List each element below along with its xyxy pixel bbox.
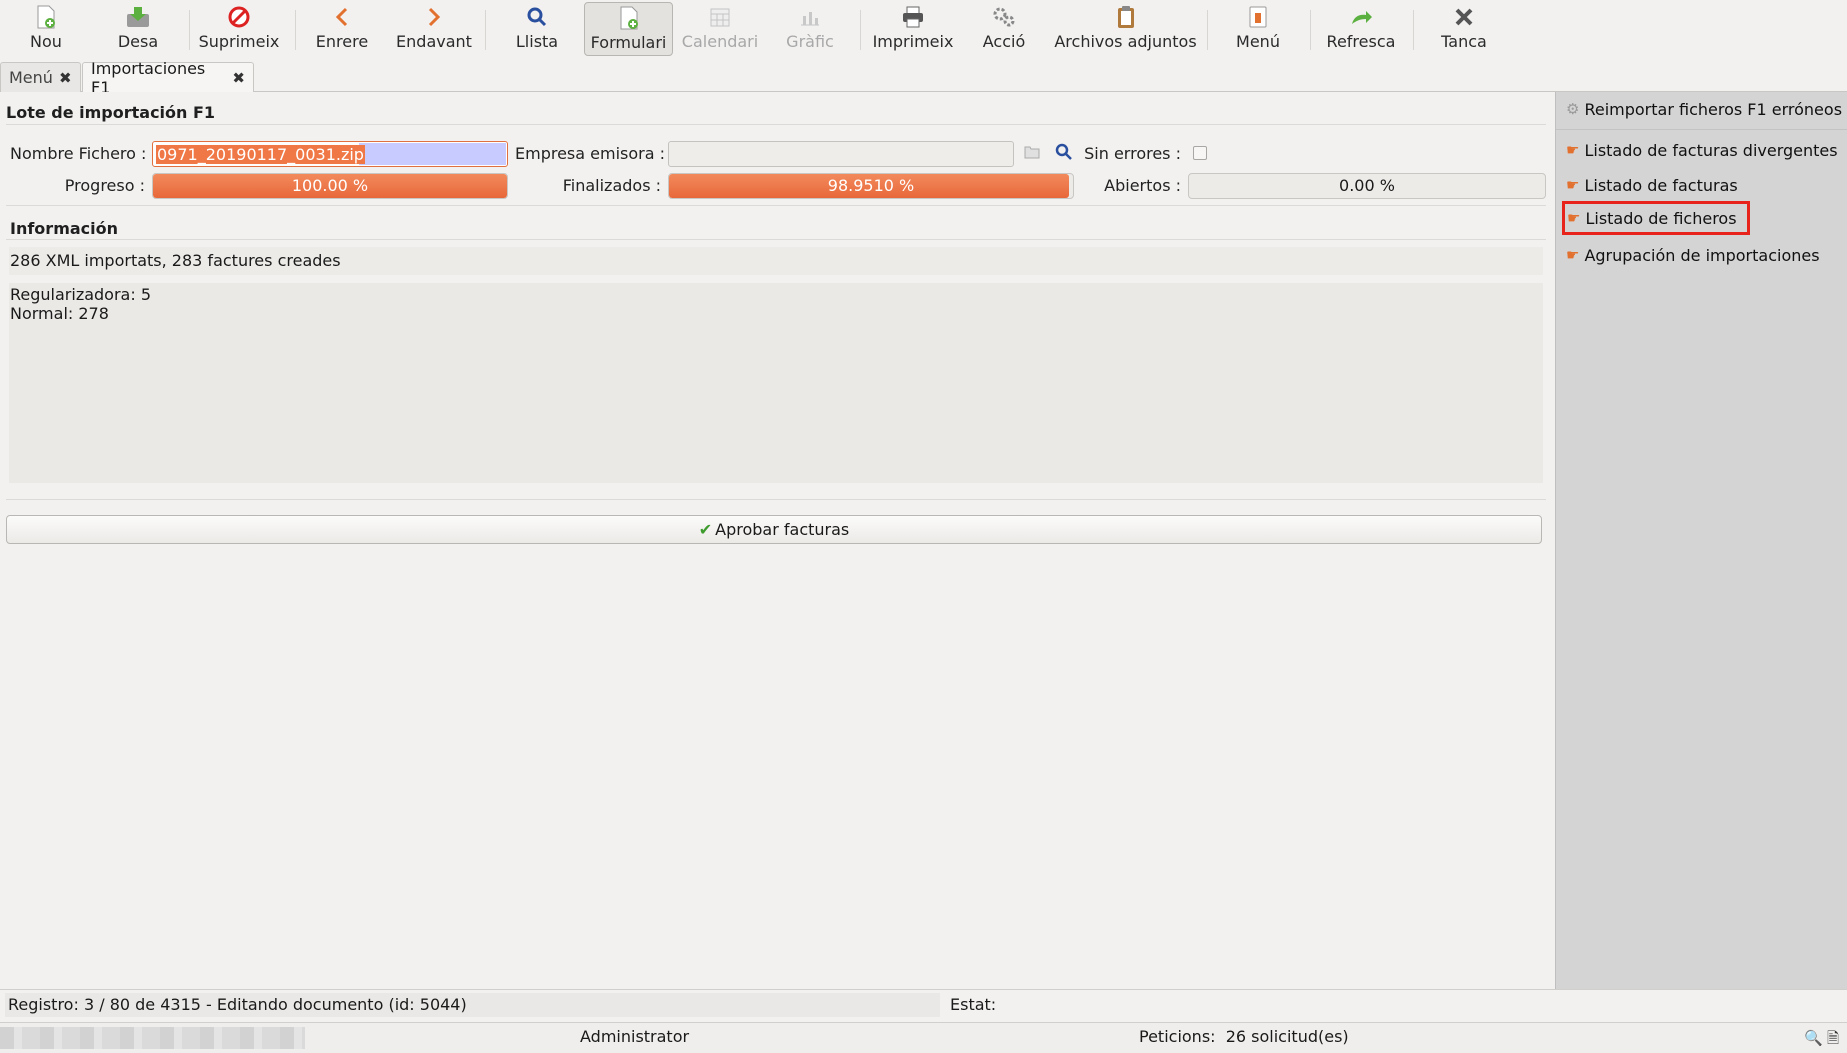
refresh-icon [1349,0,1373,30]
printer-icon [901,0,925,30]
divider [6,499,1546,500]
company-field[interactable] [668,141,1014,167]
toolbar-separator [1310,10,1311,50]
toolbar-separator [1207,10,1208,50]
new-button[interactable]: Nou [22,0,70,58]
hand-icon: ☛ [1567,209,1581,227]
no-errors-checkbox[interactable] [1193,146,1207,160]
gears-icon: ⚙ [1566,100,1580,118]
status-bar: Registro: 3 / 80 de 4315 - Editando docu… [0,989,1847,1019]
section-title: Lote de importación F1 [6,103,216,122]
sidebar-item-divergent-invoices[interactable]: ☛ Listado de facturas divergentes [1562,133,1842,167]
close-tab-icon[interactable]: ✖ [232,69,245,87]
progress-bar: 100.00 % [152,173,508,199]
forward-button[interactable]: Endavant [396,0,472,58]
delete-icon [228,0,250,30]
save-button[interactable]: Desa [110,0,166,58]
filename-label: Nombre Fichero : [10,144,147,163]
open-bar: 0.00 % [1188,173,1546,199]
finished-bar: 98.9510 % [668,173,1074,199]
info-details[interactable]: Regularizadora: 5 Normal: 278 [9,283,1543,483]
tab-importaciones-f1[interactable]: Importaciones F1 ✖ [82,59,254,97]
record-status: Registro: 3 / 80 de 4315 - Editando docu… [5,993,940,1017]
tab-menu[interactable]: Menú ✖ [0,62,81,92]
approve-invoices-button[interactable]: ✔ Aprobar facturas [6,515,1542,544]
chevron-left-icon [335,0,349,30]
hand-icon: ☛ [1566,246,1580,264]
form-icon [618,3,640,31]
sidebar-item-reimport[interactable]: ⚙ Reimportar ficheros F1 erróneos [1562,92,1846,126]
hand-icon: ☛ [1566,141,1580,159]
sidebar-item-invoices[interactable]: ☛ Listado de facturas [1562,168,1742,202]
chevron-right-icon [427,0,441,30]
close-button[interactable]: Tanca [1439,0,1489,58]
company-label: Empresa emisora : [515,144,666,163]
user-name: Administrator [580,1027,690,1046]
bottom-bar: Administrator Peticions: 26 solicitud(es… [0,1022,1847,1053]
toolbar: Nou Desa Suprimeix Enrere Endavant Llist… [0,0,1847,60]
toolbar-separator [295,10,296,50]
calendar-icon [709,0,731,30]
actions-sidebar: ⚙ Reimportar ficheros F1 erróneos ☛ List… [1555,92,1847,989]
graph-button[interactable]: Gràfic [785,0,835,58]
check-icon: ✔ [698,520,713,539]
back-button[interactable]: Enrere [314,0,370,58]
form-button[interactable]: Formulari [584,2,673,56]
divider [1556,129,1847,130]
clipboard-icon [1116,0,1136,30]
finished-label: Finalizados : [562,176,661,195]
search-icon [526,0,548,30]
form-panel: Lote de importación F1 Nombre Fichero : … [0,92,1555,989]
filename-value: 0971_20190117_0031.zip [156,145,365,164]
open-label: Abiertos : [1104,176,1181,195]
requests-count: Peticions: 26 solicitud(es) [1139,1027,1349,1046]
menu-button[interactable]: Menú [1235,0,1281,58]
list-button[interactable]: Llista [514,0,560,58]
filename-field[interactable]: 0971_20190117_0031.zip [152,141,508,167]
toolbar-separator [485,10,486,50]
state-label: Estat: [950,995,997,1014]
status-icons: 🔍🗎 [1804,1028,1843,1053]
search-icon[interactable] [1055,143,1073,165]
progress-label: Progreso : [64,176,145,195]
close-icon [1454,0,1474,30]
action-button[interactable]: Acció [982,0,1026,58]
print-button[interactable]: Imprimeix [872,0,954,58]
hand-icon: ☛ [1566,176,1580,194]
sidebar-item-files[interactable]: ☛ Listado de ficheros [1562,201,1750,235]
sidebar-item-import-grouping[interactable]: ☛ Agrupación de importaciones [1562,238,1824,272]
divider [6,124,1546,125]
divider [6,205,1546,206]
document-icon[interactable]: 🗎 [1827,1029,1843,1047]
divider [6,239,1546,240]
gears-icon [992,0,1016,30]
attachments-button[interactable]: Archivos adjuntos [1054,0,1197,58]
toolbar-separator [860,10,861,50]
calendar-button[interactable]: Calendari [680,0,760,58]
refresh-button[interactable]: Refresca [1326,0,1396,58]
menu-icon [1248,0,1268,30]
search-icon[interactable]: 🔍 [1804,1029,1827,1047]
info-summary: 286 XML importats, 283 factures creades [9,247,1543,275]
new-document-icon [35,0,57,30]
no-errors-label: Sin errores : [1084,144,1181,163]
toolbar-separator [189,10,190,50]
save-icon [126,0,150,30]
blurred-info [0,1027,305,1049]
close-tab-icon[interactable]: ✖ [59,69,72,87]
toolbar-separator [1413,10,1414,50]
tab-bar: Menú ✖ Importaciones F1 ✖ [0,59,1847,97]
folder-icon[interactable] [1024,145,1040,163]
delete-button[interactable]: Suprimeix [198,0,280,58]
info-title: Información [10,219,119,238]
chart-icon [799,0,821,30]
